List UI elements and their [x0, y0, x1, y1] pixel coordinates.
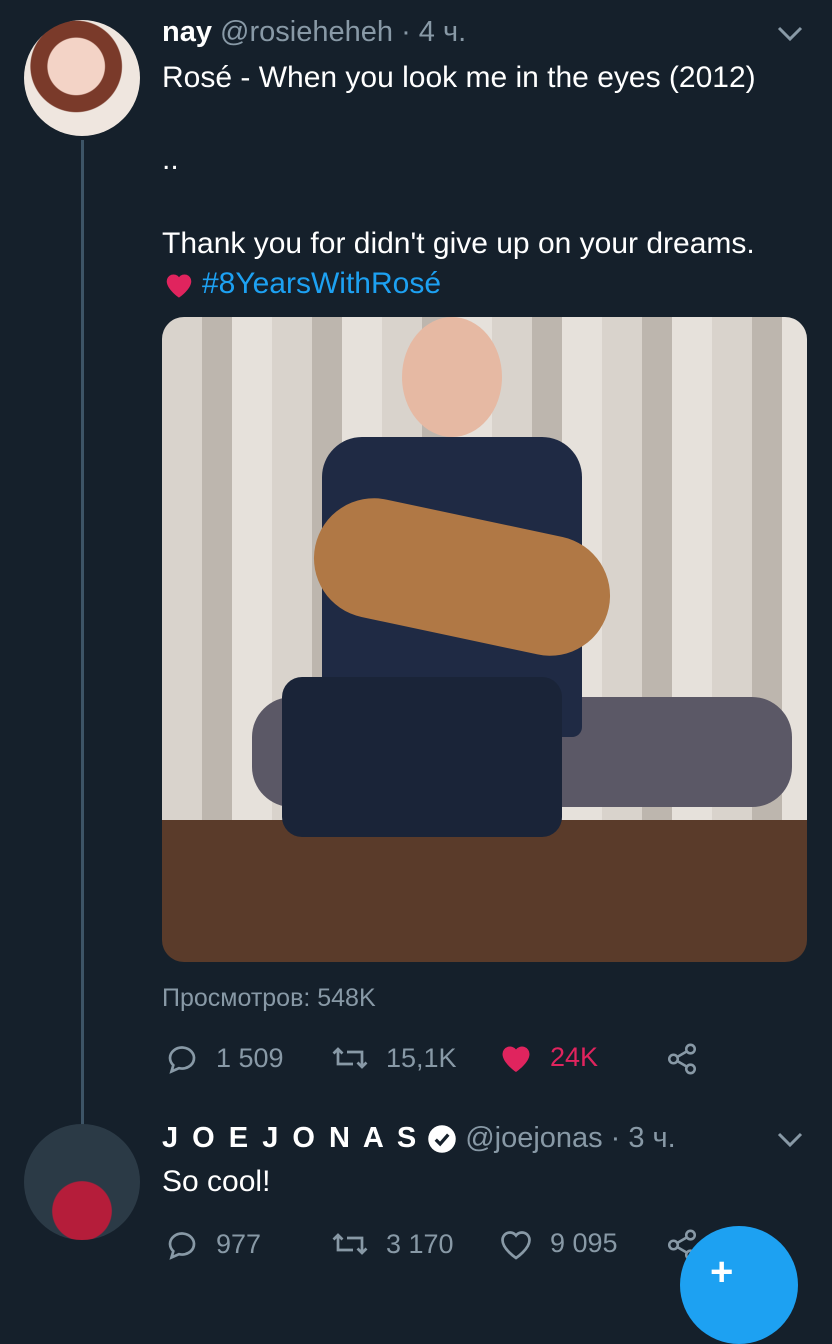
person-head-shape	[402, 317, 502, 437]
tweet-header: nay @rosieheheh · 4 ч.	[162, 16, 466, 49]
avatar[interactable]	[24, 1124, 140, 1240]
chevron-down-icon[interactable]	[776, 24, 804, 44]
person-legs-shape	[282, 677, 562, 837]
view-count: Просмотров: 548K	[162, 984, 376, 1012]
tweet-text: So cool!	[162, 1165, 271, 1198]
verified-icon	[428, 1124, 456, 1153]
retweet-count: 3 170	[386, 1228, 454, 1259]
heart-icon	[166, 274, 192, 298]
hashtag-line: #8YearsWithRosé	[162, 264, 441, 304]
retweet-count: 15,1K	[386, 1042, 457, 1073]
video-thumbnail[interactable]	[162, 317, 807, 962]
retweet-icon	[332, 1047, 368, 1069]
heart-icon	[502, 1046, 530, 1072]
reply-button[interactable]: 1 509	[164, 1040, 284, 1076]
timestamp[interactable]: 4 ч.	[419, 16, 466, 48]
hashtag-link[interactable]: #8YearsWithRosé	[202, 264, 441, 304]
like-count: 9 095	[550, 1227, 618, 1258]
compose-tweet-button[interactable]: +	[680, 1226, 798, 1344]
tweet-header: J O E J O N A S @joejonas · 3 ч.	[162, 1122, 676, 1155]
separator: ·	[610, 1122, 621, 1154]
share-icon[interactable]	[664, 1042, 700, 1076]
display-name[interactable]: J O E J O N A S	[162, 1122, 419, 1155]
avatar[interactable]	[24, 20, 140, 136]
compose-icon: +	[710, 1250, 734, 1294]
display-name[interactable]: nay	[162, 16, 212, 48]
retweet-button[interactable]: 3 170	[330, 1226, 454, 1262]
like-button[interactable]: 9 095	[498, 1226, 618, 1260]
chevron-down-icon[interactable]	[776, 1130, 804, 1150]
tweet-text-line: Thank you for didn't give up on your dre…	[162, 227, 755, 260]
reply-icon	[168, 1046, 196, 1074]
retweet-button[interactable]: 15,1K	[330, 1040, 457, 1076]
retweet-icon	[332, 1233, 368, 1255]
handle[interactable]: @rosieheheh	[220, 16, 393, 48]
reply-count: 1 509	[216, 1042, 284, 1073]
tweet-text-line: Rosé - When you look me in the eyes (201…	[162, 61, 756, 94]
separator: ·	[401, 16, 411, 48]
thread-connector-line	[81, 140, 84, 1125]
like-count: 24K	[550, 1041, 599, 1072]
heart-outline-icon	[501, 1231, 531, 1260]
reply-button[interactable]: 977	[164, 1226, 261, 1262]
handle[interactable]: @joejonas	[465, 1122, 602, 1155]
tweet-text-line: ..	[162, 143, 179, 176]
reply-icon	[168, 1232, 196, 1260]
like-button[interactable]: 24K	[498, 1040, 598, 1074]
reply-count: 977	[216, 1228, 262, 1259]
timestamp[interactable]: 3 ч.	[628, 1122, 675, 1155]
